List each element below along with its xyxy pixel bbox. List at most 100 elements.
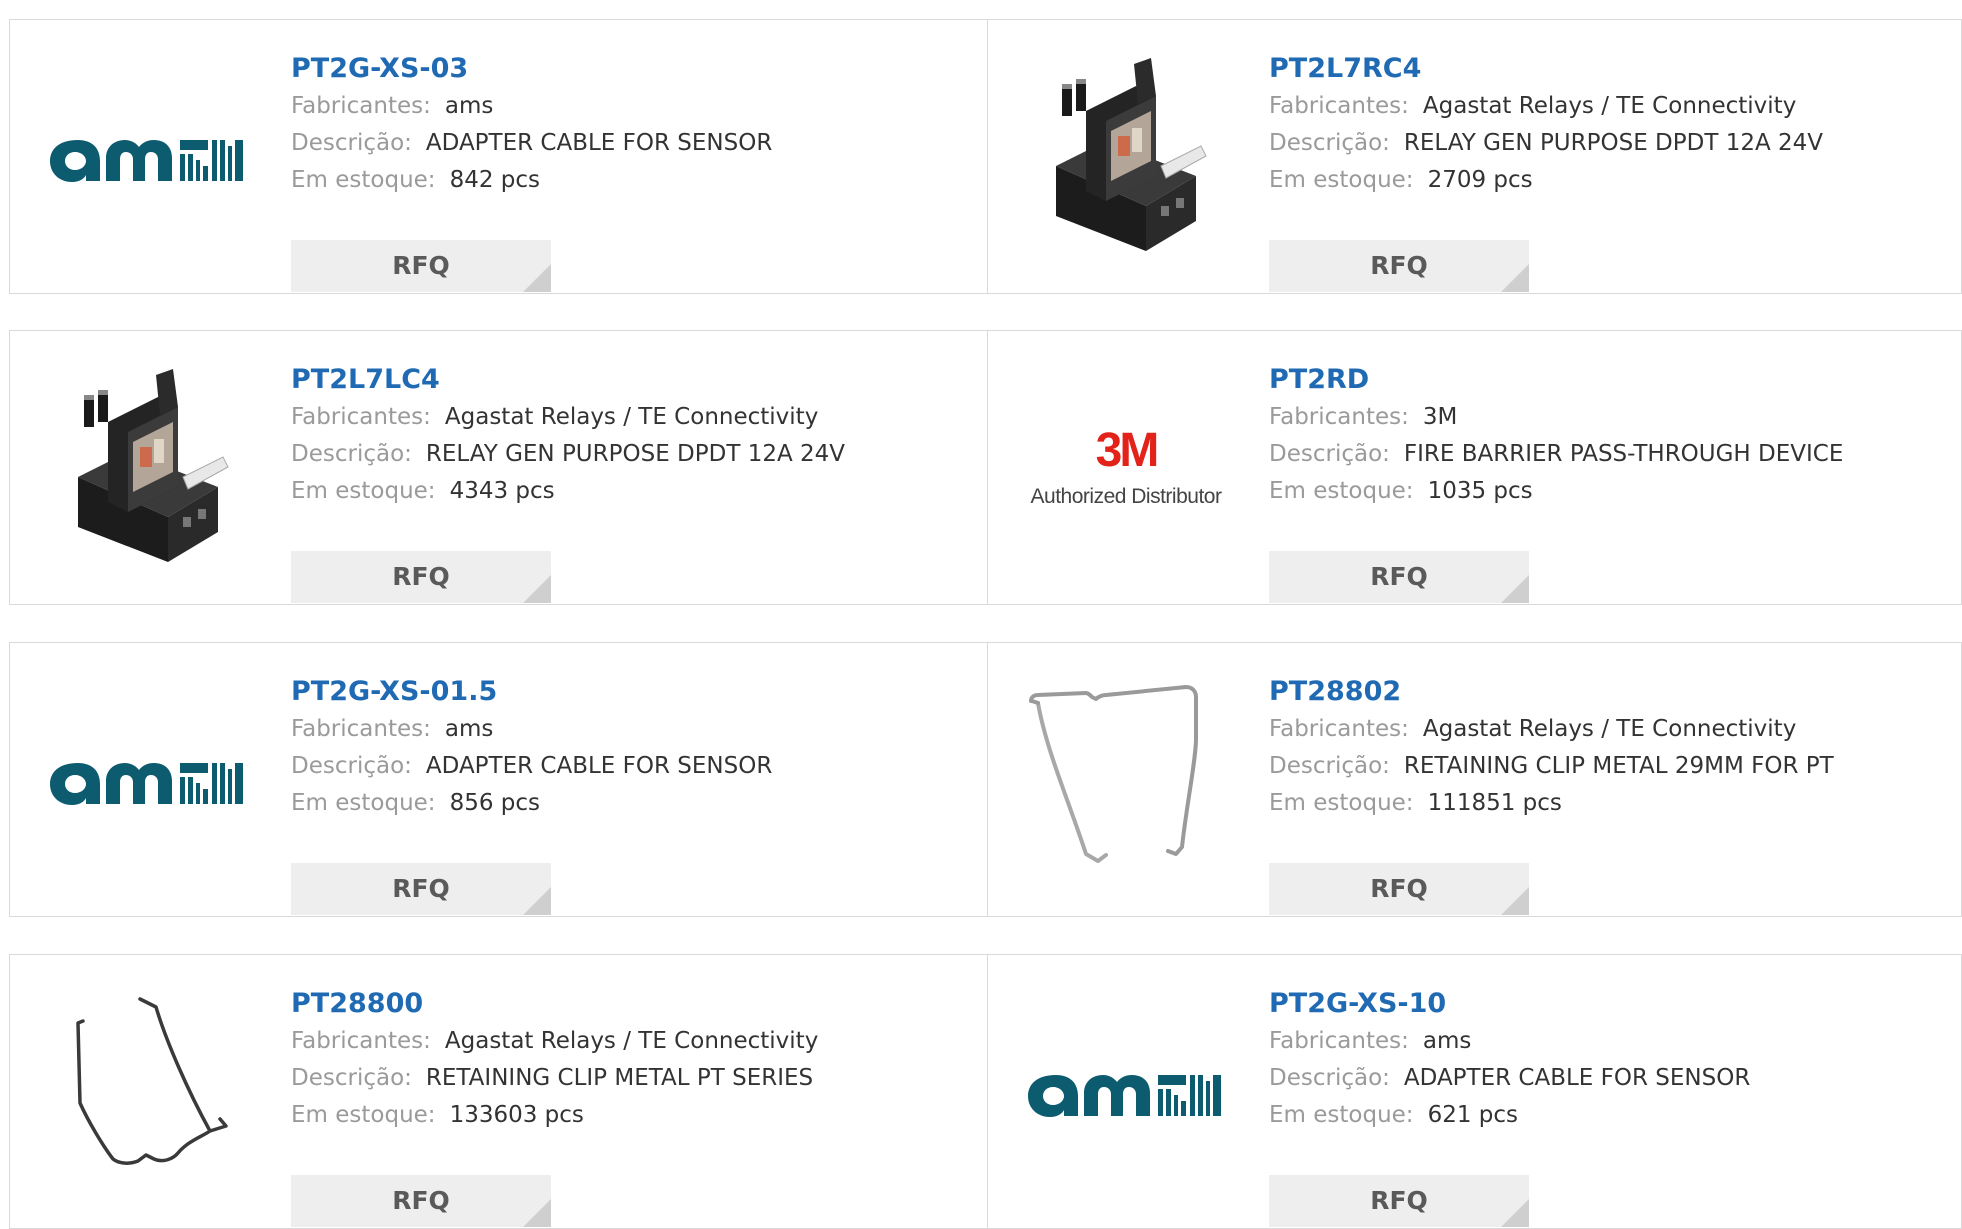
- stock-value: 1035 pcs: [1427, 478, 1533, 504]
- description-value: ADAPTER CABLE FOR SENSOR: [1403, 1065, 1751, 1091]
- part-number-link[interactable]: PT28802: [1269, 673, 1834, 711]
- stock: Em estoque: 856 pcs: [291, 785, 772, 822]
- manufacturer: Fabricantes: Agastat Relays / TE Connecti…: [291, 1023, 818, 1060]
- part-number-link[interactable]: PT28800: [291, 985, 818, 1023]
- stock-label: Em estoque:: [291, 790, 436, 816]
- stock-label: Em estoque:: [291, 167, 436, 193]
- rfq-button-label: RFQ: [392, 251, 450, 280]
- product-card: PT2L7LC4 Fabricantes: Agastat Relays / TE …: [10, 331, 988, 604]
- corner-triangle-icon: [1501, 1199, 1529, 1227]
- product-info: PT2L7LC4 Fabricantes: Agastat Relays / TE …: [291, 361, 845, 603]
- rfq-button-label: RFQ: [392, 562, 450, 591]
- description: Descrição: ADAPTER CABLE FOR SENSOR: [291, 748, 772, 785]
- manufacturer: Fabricantes: ams: [291, 88, 772, 125]
- corner-triangle-icon: [1501, 575, 1529, 603]
- stock-label: Em estoque:: [291, 1102, 436, 1128]
- manufacturer-value: 3M: [1422, 404, 1458, 430]
- manufacturer-label: Fabricantes:: [1269, 93, 1409, 119]
- product-row: PT2G-XS-01.5 Fabricantes: ams Descrição: ADA…: [9, 642, 1962, 917]
- manufacturer-value: Agastat Relays / TE Connectivity: [1422, 716, 1797, 742]
- rfq-button[interactable]: RFQ: [291, 551, 551, 603]
- corner-triangle-icon: [1501, 887, 1529, 915]
- manufacturer-label: Fabricantes:: [1269, 716, 1409, 742]
- rfq-button[interactable]: RFQ: [291, 240, 551, 292]
- manufacturer: Fabricantes: Agastat Relays / TE Connecti…: [291, 399, 845, 436]
- stock: Em estoque: 621 pcs: [1269, 1097, 1750, 1134]
- stock-value: 621 pcs: [1427, 1102, 1519, 1128]
- part-number-link[interactable]: PT2G-XS-01.5: [291, 673, 772, 711]
- part-number-link[interactable]: PT2RD: [1269, 361, 1843, 399]
- manufacturer-value: ams: [444, 716, 494, 742]
- description-value: RELAY GEN PURPOSE DPDT 12A 24V: [1403, 130, 1824, 156]
- product-card: PT2G-XS-03 Fabricantes: ams Descrição: ADAPT…: [10, 20, 988, 293]
- relay-product-image[interactable]: [1026, 56, 1226, 256]
- product-info: PT28800 Fabricantes: Agastat Relays / TE C…: [291, 985, 818, 1227]
- manufacturer-label: Fabricantes:: [1269, 404, 1409, 430]
- stock-label: Em estoque:: [1269, 1102, 1414, 1128]
- description-label: Descrição:: [1269, 1065, 1390, 1091]
- rfq-button[interactable]: RFQ: [1269, 1175, 1529, 1227]
- 3m-logo-mark: 3M: [1095, 424, 1160, 477]
- stock-label: Em estoque:: [291, 478, 436, 504]
- part-number-link[interactable]: PT2G-XS-10: [1269, 985, 1750, 1023]
- product-row: PT28800 Fabricantes: Agastat Relays / TE C…: [9, 954, 1962, 1229]
- rfq-button[interactable]: RFQ: [1269, 551, 1529, 603]
- rfq-button-label: RFQ: [1370, 874, 1428, 903]
- stock-label: Em estoque:: [1269, 478, 1414, 504]
- corner-triangle-icon: [523, 1199, 551, 1227]
- manufacturer: Fabricantes: Agastat Relays / TE Connecti…: [1269, 88, 1823, 125]
- part-number-link[interactable]: PT2G-XS-03: [291, 50, 772, 88]
- 3m-logo-caption: Authorized Distributor: [1030, 485, 1222, 508]
- stock: Em estoque: 842 pcs: [291, 162, 772, 199]
- manufacturer-value: Agastat Relays / TE Connectivity: [444, 404, 819, 430]
- stock: Em estoque: 111851 pcs: [1269, 785, 1834, 822]
- manufacturer: Fabricantes: Agastat Relays / TE Connecti…: [1269, 711, 1834, 748]
- part-number-link[interactable]: PT2L7RC4: [1269, 50, 1823, 88]
- description: Descrição: FIRE BARRIER PASS-THROUGH DEVI…: [1269, 436, 1843, 473]
- description-label: Descrição:: [291, 130, 412, 156]
- manufacturer-value: Agastat Relays / TE Connectivity: [1422, 93, 1797, 119]
- manufacturer: Fabricantes: 3M: [1269, 399, 1843, 436]
- rfq-button[interactable]: RFQ: [291, 1175, 551, 1227]
- product-card: PT2L7RC4 Fabricantes: Agastat Relays / TE …: [988, 20, 1962, 293]
- manufacturer-value: ams: [1422, 1028, 1472, 1054]
- manufacturer-value: Agastat Relays / TE Connectivity: [444, 1028, 819, 1054]
- stock-value: 842 pcs: [449, 167, 541, 193]
- stock: Em estoque: 4343 pcs: [291, 473, 845, 510]
- description: Descrição: RELAY GEN PURPOSE DPDT 12A 24V: [291, 436, 845, 473]
- description-label: Descrição:: [291, 441, 412, 467]
- description-value: RETAINING CLIP METAL PT SERIES: [425, 1065, 814, 1091]
- retaining-clip-image[interactable]: [48, 991, 248, 1191]
- description-value: FIRE BARRIER PASS-THROUGH DEVICE: [1403, 441, 1844, 467]
- product-info: PT2L7RC4 Fabricantes: Agastat Relays / TE …: [1269, 50, 1824, 292]
- description: Descrição: ADAPTER CABLE FOR SENSOR: [291, 125, 772, 162]
- rfq-button-label: RFQ: [392, 1186, 450, 1215]
- relay-product-image[interactable]: [48, 367, 248, 567]
- manufacturer-label: Fabricantes:: [291, 716, 431, 742]
- description: Descrição: ADAPTER CABLE FOR SENSOR: [1269, 1060, 1750, 1097]
- description-value: RETAINING CLIP METAL 29MM FOR PT: [1403, 753, 1834, 779]
- rfq-button[interactable]: RFQ: [1269, 240, 1529, 292]
- corner-triangle-icon: [523, 887, 551, 915]
- stock-value: 111851 pcs: [1427, 790, 1562, 816]
- stock: Em estoque: 1035 pcs: [1269, 473, 1843, 510]
- product-card: PT28802 Fabricantes: Agastat Relays / TE C…: [988, 643, 1962, 916]
- stock: Em estoque: 2709 pcs: [1269, 162, 1823, 199]
- manufacturer-label: Fabricantes:: [291, 93, 431, 119]
- stock-value: 856 pcs: [449, 790, 541, 816]
- description-label: Descrição:: [291, 1065, 412, 1091]
- part-number-link[interactable]: PT2L7LC4: [291, 361, 845, 399]
- product-card: PT2G-XS-01.5 Fabricantes: ams Descrição: ADA…: [10, 643, 988, 916]
- description-label: Descrição:: [1269, 130, 1390, 156]
- rfq-button[interactable]: RFQ: [291, 863, 551, 915]
- 3m-authorized-distributor-logo: 3M Authorized Distributor: [1026, 367, 1226, 567]
- stock-value: 2709 pcs: [1427, 167, 1533, 193]
- rfq-button[interactable]: RFQ: [1269, 863, 1529, 915]
- rfq-button-label: RFQ: [1370, 562, 1428, 591]
- manufacturer: Fabricantes: ams: [291, 711, 772, 748]
- description-label: Descrição:: [1269, 441, 1390, 467]
- manufacturer-value: ams: [444, 93, 494, 119]
- retaining-clip-image[interactable]: [1026, 679, 1226, 879]
- stock: Em estoque: 133603 pcs: [291, 1097, 818, 1134]
- manufacturer-label: Fabricantes:: [291, 1028, 431, 1054]
